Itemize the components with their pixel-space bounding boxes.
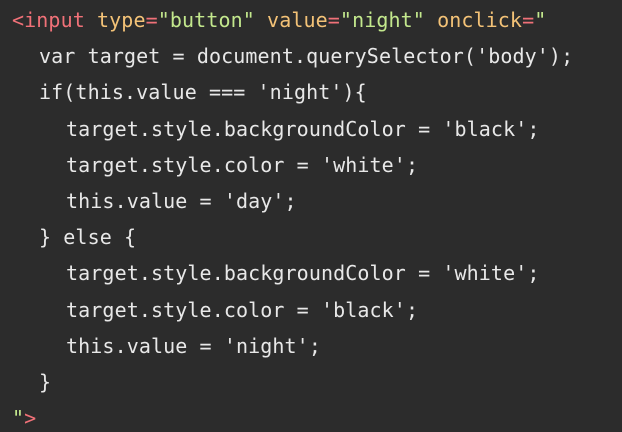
code-line-6: this.value = 'day'; <box>66 188 297 213</box>
code-line-5: target.style.color = 'white'; <box>66 152 419 177</box>
html-tag-close: > <box>24 406 37 431</box>
code-line-4: target.style.backgroundColor = 'black'; <box>66 116 540 141</box>
code-line-9: target.style.color = 'black'; <box>66 297 419 322</box>
code-line-2: var target = document.querySelector('bod… <box>39 44 574 69</box>
equals-sign: = <box>327 8 340 32</box>
attr-value: value <box>267 8 328 32</box>
code-line-3: if(this.value === 'night'){ <box>39 80 367 105</box>
attr-onclick: onclick <box>437 8 523 32</box>
equals-sign: = <box>522 8 535 32</box>
onclick-quote-close: " <box>12 406 25 431</box>
code-line-10: this.value = 'night'; <box>66 333 321 358</box>
attr-value-value: "night" <box>339 8 425 32</box>
equals-sign: = <box>145 8 158 32</box>
html-tag-open: <input <box>12 8 85 32</box>
code-line-7: } else { <box>39 225 137 250</box>
code-line-8: target.style.backgroundColor = 'white'; <box>66 261 540 286</box>
attr-type: type <box>97 8 146 32</box>
code-editor: <input type="button" value="night" oncli… <box>0 0 622 432</box>
onclick-quote-open: " <box>534 8 547 32</box>
code-line-11: } <box>39 369 52 394</box>
code-line-12: "> <box>0 400 622 432</box>
attr-type-value: "button" <box>157 8 255 32</box>
code-line-1: <input type="button" value="night" oncli… <box>0 2 622 38</box>
